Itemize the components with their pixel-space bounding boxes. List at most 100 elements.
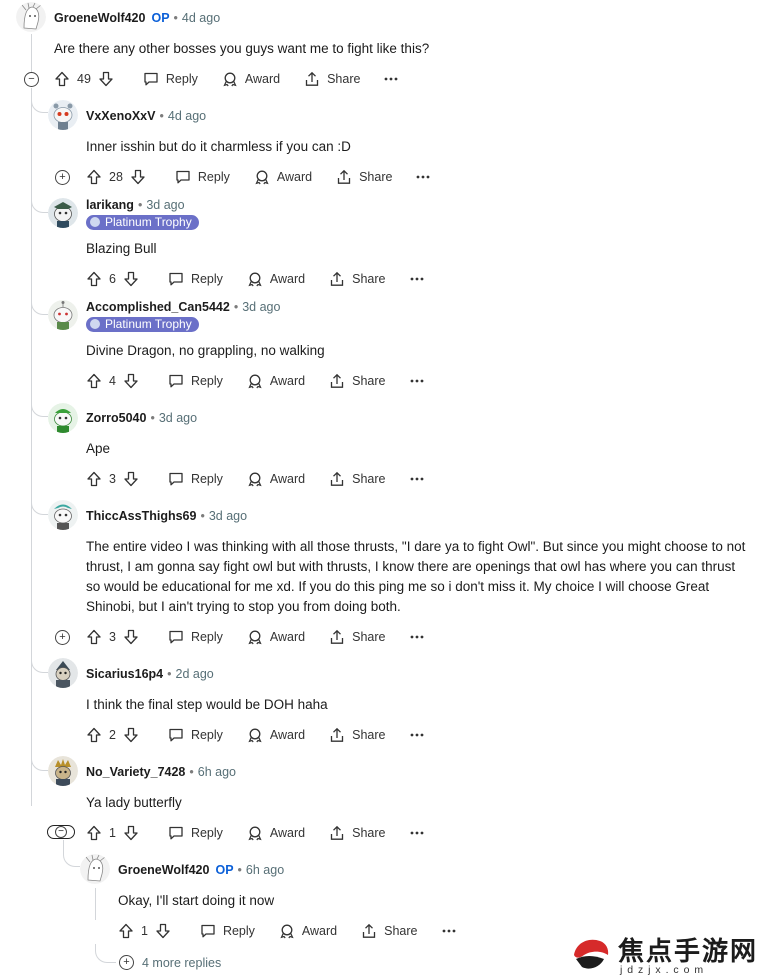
avatar[interactable]: [48, 500, 78, 530]
timestamp[interactable]: 3d ago: [146, 198, 184, 212]
upvote-button[interactable]: [118, 923, 134, 939]
thread-elbow: [31, 298, 48, 315]
username[interactable]: Accomplished_Can5442: [86, 300, 230, 314]
avatar[interactable]: [48, 756, 78, 786]
share-button[interactable]: Share: [329, 373, 386, 389]
username[interactable]: GroeneWolf420: [118, 863, 209, 877]
more-options-button[interactable]: [410, 477, 424, 481]
more-replies-label: 4 more replies: [142, 955, 222, 970]
award-button[interactable]: Award: [247, 373, 305, 389]
upvote-button[interactable]: [86, 271, 102, 287]
more-options-button[interactable]: [410, 379, 424, 383]
share-button[interactable]: Share: [329, 629, 386, 645]
timestamp[interactable]: 6h ago: [198, 765, 236, 779]
award-button[interactable]: Award: [247, 825, 305, 841]
share-button[interactable]: Share: [336, 169, 392, 185]
more-options-button[interactable]: [442, 929, 456, 933]
comment-body: Okay, I'll start doing it now: [118, 893, 275, 908]
username[interactable]: Sicarius16p4: [86, 667, 163, 681]
comment-actions: 6 Reply Award Share: [86, 268, 424, 290]
username[interactable]: VxXenoXxV: [86, 109, 155, 123]
downvote-button[interactable]: [123, 271, 139, 287]
share-button[interactable]: Share: [329, 727, 386, 743]
username[interactable]: ThiccAssThighs69: [86, 509, 196, 523]
username[interactable]: GroeneWolf420: [54, 11, 145, 25]
avatar[interactable]: [48, 403, 78, 433]
downvote-button[interactable]: [123, 727, 139, 743]
downvote-button[interactable]: [155, 923, 171, 939]
award-button[interactable]: Award: [222, 71, 280, 87]
share-button[interactable]: Share: [329, 271, 386, 287]
downvote-button[interactable]: [123, 629, 139, 645]
expand-thread-button[interactable]: +: [55, 630, 70, 645]
upvote-button[interactable]: [86, 727, 102, 743]
avatar[interactable]: [48, 658, 78, 688]
award-button[interactable]: Award: [247, 629, 305, 645]
upvote-button[interactable]: [86, 373, 102, 389]
upvote-icon: [86, 271, 102, 287]
timestamp[interactable]: 2d ago: [176, 667, 214, 681]
username[interactable]: Zorro5040: [86, 411, 146, 425]
upvote-button[interactable]: [86, 825, 102, 841]
avatar[interactable]: [48, 198, 78, 228]
award-button[interactable]: Award: [254, 169, 312, 185]
award-icon: [279, 923, 295, 939]
award-button[interactable]: Award: [279, 923, 337, 939]
reply-button[interactable]: Reply: [168, 471, 223, 487]
share-button[interactable]: Share: [329, 471, 386, 487]
reply-button[interactable]: Reply: [175, 169, 230, 185]
comment-body: I think the final step would be DOH haha: [86, 697, 328, 712]
timestamp[interactable]: 3d ago: [242, 300, 280, 314]
timestamp[interactable]: 6h ago: [246, 863, 284, 877]
more-options-button[interactable]: [410, 635, 424, 639]
avatar[interactable]: [48, 300, 78, 330]
reply-button[interactable]: Reply: [200, 923, 255, 939]
timestamp[interactable]: 3d ago: [209, 509, 247, 523]
collapse-thread-button[interactable]: −: [47, 825, 75, 839]
more-replies-link[interactable]: + 4 more replies: [119, 955, 221, 970]
more-options-button[interactable]: [384, 77, 398, 81]
upvote-button[interactable]: [86, 169, 102, 185]
downvote-button[interactable]: [130, 169, 146, 185]
timestamp[interactable]: 4d ago: [182, 11, 220, 25]
award-button[interactable]: Award: [247, 727, 305, 743]
reply-button[interactable]: Reply: [168, 727, 223, 743]
avatar[interactable]: [16, 2, 46, 32]
downvote-button[interactable]: [98, 71, 114, 87]
more-options-button[interactable]: [410, 831, 424, 835]
timestamp[interactable]: 3d ago: [159, 411, 197, 425]
more-options-icon: [410, 477, 424, 481]
upvote-button[interactable]: [86, 629, 102, 645]
comment-author-line: Zorro5040 • 3d ago: [86, 411, 198, 425]
collapse-thread-button[interactable]: −: [24, 72, 39, 87]
reply-button[interactable]: Reply: [168, 825, 223, 841]
more-options-button[interactable]: [410, 277, 424, 281]
downvote-button[interactable]: [123, 373, 139, 389]
username[interactable]: No_Variety_7428: [86, 765, 185, 779]
reply-icon: [168, 373, 184, 389]
more-options-button[interactable]: [416, 175, 430, 179]
reply-button[interactable]: Reply: [143, 71, 198, 87]
award-button[interactable]: Award: [247, 471, 305, 487]
op-badge: OP: [215, 863, 234, 877]
expand-thread-button[interactable]: +: [55, 170, 70, 185]
downvote-button[interactable]: [123, 471, 139, 487]
share-icon: [361, 923, 377, 939]
reply-button[interactable]: Reply: [168, 373, 223, 389]
share-button[interactable]: Share: [361, 923, 418, 939]
reply-button[interactable]: Reply: [168, 629, 223, 645]
upvote-button[interactable]: [54, 71, 70, 87]
downvote-button[interactable]: [123, 825, 139, 841]
username[interactable]: larikang: [86, 198, 134, 212]
share-button[interactable]: Share: [329, 825, 386, 841]
timestamp[interactable]: 4d ago: [168, 109, 206, 123]
share-button[interactable]: Share: [304, 71, 360, 87]
avatar[interactable]: [48, 100, 78, 130]
award-icon: [247, 629, 263, 645]
upvote-button[interactable]: [86, 471, 102, 487]
reply-button[interactable]: Reply: [168, 271, 223, 287]
award-button[interactable]: Award: [247, 271, 305, 287]
avatar[interactable]: [80, 854, 110, 884]
more-options-button[interactable]: [410, 733, 424, 737]
downvote-icon: [123, 271, 139, 287]
